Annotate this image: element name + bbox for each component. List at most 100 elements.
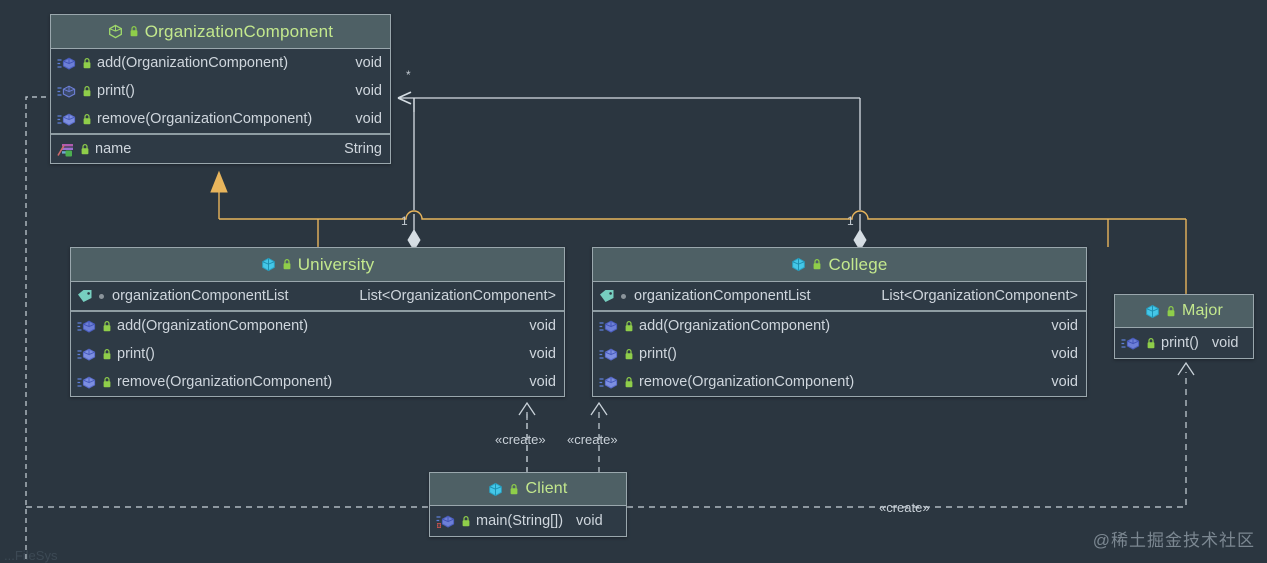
bottom-cut-text: ...FileSys <box>4 548 58 563</box>
member-name: print() <box>639 346 677 362</box>
lock-icon <box>80 143 90 156</box>
member-name: add(OrganizationComponent) <box>639 318 831 334</box>
class-title-college: College <box>828 254 888 274</box>
lock-icon <box>624 320 634 333</box>
multiplicity-label-university: 1 <box>401 214 408 228</box>
lock-icon <box>82 57 92 70</box>
class-box-organization-component[interactable]: OrganizationComponent add(OrganizationCo… <box>50 14 391 164</box>
lock-icon <box>82 85 92 98</box>
class-title-client: Client <box>525 480 568 497</box>
method-icon <box>77 347 97 362</box>
lock-icon <box>129 25 139 38</box>
member-name: main(String[]) <box>476 513 564 529</box>
lock-icon <box>1146 337 1156 350</box>
member-name: organizationComponentList <box>634 288 811 304</box>
multiplicity-label-star: * <box>406 68 411 82</box>
class-header-organization-component: OrganizationComponent <box>51 15 390 49</box>
member-row[interactable]: organizationComponentList List<Organizat… <box>71 282 564 310</box>
members-methods-major: print() void <box>1115 328 1253 358</box>
member-name: print() <box>117 346 155 362</box>
member-row[interactable]: remove(OrganizationComponent) void <box>51 105 390 133</box>
members-fields-university: organizationComponentList List<Organizat… <box>71 282 564 311</box>
member-type: void <box>355 111 382 127</box>
method-icon <box>599 375 619 390</box>
main-method-icon <box>436 514 456 529</box>
lock-icon <box>282 258 292 271</box>
member-name: print() <box>97 83 135 99</box>
member-row[interactable]: add(OrganizationComponent) void <box>51 49 390 77</box>
class-header-client: Client <box>430 473 626 506</box>
member-name: name <box>95 141 132 157</box>
class-box-client[interactable]: Client main(String[]) void <box>429 472 627 537</box>
method-icon <box>599 347 619 362</box>
uml-class-diagram-canvas: OrganizationComponent add(OrganizationCo… <box>0 0 1267 563</box>
class-title-organization-component: OrganizationComponent <box>144 21 334 41</box>
tag-icon <box>599 289 615 303</box>
member-type: List<OrganizationComponent> <box>881 288 1078 304</box>
members-methods-university: add(OrganizationComponent) void print() … <box>71 311 564 396</box>
method-icon <box>1121 336 1141 351</box>
class-header-university: University <box>71 248 564 282</box>
member-type: void <box>529 374 556 390</box>
member-row[interactable]: name String <box>51 135 390 163</box>
members-fields-college: organizationComponentList List<Organizat… <box>593 282 1086 311</box>
members-methods-college: add(OrganizationComponent) void print() … <box>593 311 1086 396</box>
stereotype-label-create-college: «create» <box>567 432 618 447</box>
member-type: void <box>1051 346 1078 362</box>
member-row[interactable]: print() void <box>51 77 390 105</box>
stereotype-label-create-university: «create» <box>495 432 546 447</box>
interface-cube-icon <box>108 24 123 39</box>
class-title-university: University <box>297 254 375 274</box>
member-name: remove(OrganizationComponent) <box>639 374 855 390</box>
member-type: void <box>355 83 382 99</box>
method-icon <box>57 84 77 99</box>
multiplicity-label-college: 1 <box>847 214 854 228</box>
class-title-major: Major <box>1181 302 1223 319</box>
member-row[interactable]: main(String[]) void <box>430 506 626 536</box>
member-type: void <box>576 513 603 529</box>
member-row[interactable]: add(OrganizationComponent) void <box>71 312 564 340</box>
class-cube-icon <box>791 257 806 272</box>
method-icon <box>77 375 97 390</box>
member-row[interactable]: remove(OrganizationComponent) void <box>71 368 564 396</box>
lock-icon <box>102 376 112 389</box>
lock-icon <box>461 515 471 528</box>
gray-dot-icon <box>99 293 104 299</box>
lock-icon <box>102 320 112 333</box>
member-row[interactable]: organizationComponentList List<Organizat… <box>593 282 1086 310</box>
class-box-college[interactable]: College organizationComponentList List<O… <box>592 247 1087 397</box>
class-box-major[interactable]: Major print() void <box>1114 294 1254 359</box>
aggregation-edges <box>398 98 867 251</box>
member-row[interactable]: add(OrganizationComponent) void <box>593 312 1086 340</box>
member-type: String <box>344 141 382 157</box>
member-type: void <box>1211 335 1239 351</box>
watermark-text: @稀土掘金技术社区 <box>1092 531 1255 550</box>
members-fields-organization-component: name String <box>51 134 390 163</box>
member-name: remove(OrganizationComponent) <box>97 111 313 127</box>
lock-icon <box>624 348 634 361</box>
method-icon <box>599 319 619 334</box>
member-row[interactable]: print() void <box>1115 328 1253 358</box>
method-icon <box>57 112 77 127</box>
member-type: void <box>529 318 556 334</box>
member-row[interactable]: print() void <box>71 340 564 368</box>
lock-icon <box>509 483 519 496</box>
member-row[interactable]: remove(OrganizationComponent) void <box>593 368 1086 396</box>
member-name: organizationComponentList <box>112 288 289 304</box>
lock-icon <box>102 348 112 361</box>
lock-icon <box>812 258 822 271</box>
lock-icon <box>82 113 92 126</box>
property-icon <box>57 142 75 157</box>
member-type: void <box>1051 318 1078 334</box>
member-name: print() <box>1161 335 1199 351</box>
class-cube-icon <box>1145 304 1160 319</box>
method-icon <box>57 56 77 71</box>
tag-icon <box>77 289 93 303</box>
member-row[interactable]: print() void <box>593 340 1086 368</box>
member-name: remove(OrganizationComponent) <box>117 374 333 390</box>
stereotype-label-create-major: «create» <box>879 500 930 515</box>
member-type: void <box>1051 374 1078 390</box>
members-methods-organization-component: add(OrganizationComponent) void print() … <box>51 49 390 134</box>
class-header-major: Major <box>1115 295 1253 328</box>
class-box-university[interactable]: University organizationComponentList Lis… <box>70 247 565 397</box>
